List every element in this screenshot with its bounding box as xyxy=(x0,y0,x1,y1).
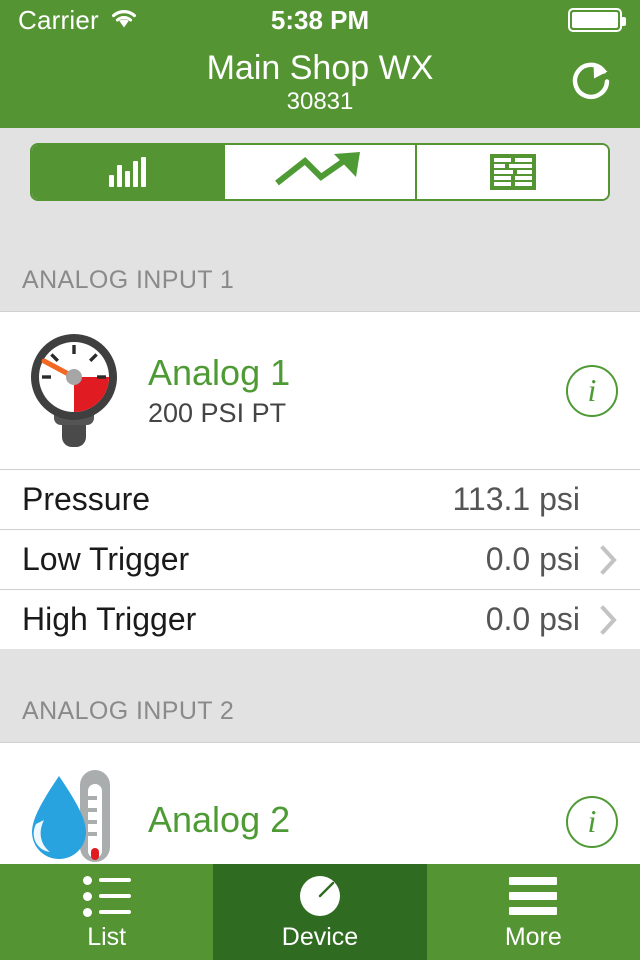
tab-device[interactable]: Device xyxy=(213,864,427,960)
table-row-pressure[interactable]: Pressure 113.1 psi xyxy=(0,469,640,529)
pressure-gauge-icon xyxy=(22,327,126,455)
gauge-icon xyxy=(298,874,342,918)
tab-list[interactable]: List xyxy=(0,864,214,960)
table-row-low-trigger[interactable]: Low Trigger 0.0 psi xyxy=(0,529,640,589)
refresh-icon xyxy=(569,58,615,111)
row-value: 113.1 psi xyxy=(452,481,581,517)
chevron-right-icon xyxy=(588,604,618,635)
row-label: Pressure xyxy=(22,481,151,517)
status-bar-left: Carrier xyxy=(18,5,271,36)
row-value: 0.0 psi xyxy=(485,601,580,637)
refresh-button[interactable] xyxy=(566,58,618,110)
tab-label: Device xyxy=(281,923,359,951)
page-title: Main Shop WX xyxy=(206,49,434,88)
device-name: Analog 2 xyxy=(148,798,291,840)
table-list-icon xyxy=(489,154,536,190)
row-label: Low Trigger xyxy=(22,541,190,577)
device-name: Analog 1 xyxy=(148,352,291,394)
segment-trend[interactable] xyxy=(224,145,418,199)
info-circle-icon[interactable]: i xyxy=(566,795,618,848)
trend-up-arrow-icon xyxy=(272,150,368,195)
status-bar: Carrier 5:38 PM xyxy=(0,0,640,40)
segment-gauges[interactable] xyxy=(32,145,225,199)
section-header-analog-input-1: ANALOG INPUT 1 xyxy=(0,218,640,311)
scroll-content[interactable]: ANALOG INPUT 1 Analog 1 200 PSI PT i Pre… xyxy=(0,128,640,960)
bar-chart-icon xyxy=(108,157,146,187)
row-label: High Trigger xyxy=(22,601,197,637)
wifi-icon xyxy=(109,7,139,34)
tab-label: List xyxy=(87,923,127,951)
segment-log[interactable] xyxy=(417,145,608,199)
table-row-high-trigger[interactable]: High Trigger 0.0 psi xyxy=(0,589,640,649)
app-root: Carrier 5:38 PM Main Shop WX 30831 ANALO… xyxy=(0,0,640,960)
device-cell-analog-1[interactable]: Analog 1 200 PSI PT i xyxy=(0,311,640,469)
status-bar-right xyxy=(369,8,627,32)
tab-label: More xyxy=(504,923,562,951)
segmented-control-container xyxy=(0,128,640,218)
tab-more[interactable]: More xyxy=(426,864,640,960)
status-bar-clock: 5:38 PM xyxy=(270,4,370,35)
bullet-list-icon xyxy=(82,874,131,918)
row-value: 0.0 psi xyxy=(485,541,580,577)
carrier-label: Carrier xyxy=(18,4,99,35)
chevron-right-icon xyxy=(588,544,618,575)
battery-full-icon xyxy=(568,8,627,32)
device-text-analog-2: Analog 2 xyxy=(126,799,566,844)
page-subtitle: 30831 xyxy=(286,87,354,115)
segmented-control[interactable] xyxy=(30,143,610,201)
hamburger-menu-icon xyxy=(509,874,558,918)
section-header-analog-input-2: ANALOG INPUT 2 xyxy=(0,649,640,742)
nav-bar: Main Shop WX 30831 xyxy=(0,40,640,128)
tab-bar: List Device More xyxy=(0,864,640,960)
info-circle-icon[interactable]: i xyxy=(566,364,618,417)
device-subtitle: 200 PSI PT xyxy=(148,397,287,428)
device-text-analog-1: Analog 1 200 PSI PT xyxy=(126,352,566,428)
